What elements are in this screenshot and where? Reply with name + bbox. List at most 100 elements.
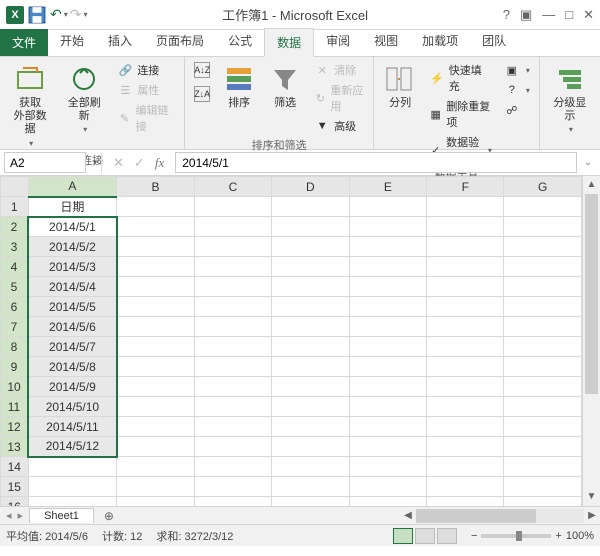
cell[interactable]	[504, 237, 582, 257]
cell[interactable]: 2014/5/5	[28, 297, 117, 317]
cell[interactable]: 2014/5/11	[28, 417, 117, 437]
scroll-up-icon[interactable]: ▲	[583, 176, 600, 194]
cell[interactable]	[117, 417, 194, 437]
cell[interactable]	[117, 377, 194, 397]
tab-开始[interactable]: 开始	[48, 27, 96, 56]
cell[interactable]	[504, 357, 582, 377]
cell[interactable]	[272, 297, 349, 317]
cell[interactable]	[272, 397, 349, 417]
cell[interactable]: 2014/5/8	[28, 357, 117, 377]
row-header[interactable]: 5	[1, 277, 29, 297]
cell[interactable]: 2014/5/6	[28, 317, 117, 337]
sheet-nav-next[interactable]: ▸	[18, 509, 24, 522]
tab-公式[interactable]: 公式	[216, 27, 264, 56]
row-header[interactable]: 8	[1, 337, 29, 357]
cell[interactable]	[117, 197, 194, 217]
zoom-out-button[interactable]: −	[471, 530, 477, 542]
cell[interactable]	[349, 477, 426, 497]
cell[interactable]	[117, 237, 194, 257]
expand-formula-bar[interactable]: ⌄	[580, 157, 596, 168]
clear-filter-button[interactable]: ✕清除	[311, 61, 367, 79]
cell[interactable]	[349, 497, 426, 507]
row-header[interactable]: 4	[1, 257, 29, 277]
help-button[interactable]: ?	[503, 7, 510, 22]
zoom-in-button[interactable]: +	[555, 530, 561, 542]
cell[interactable]	[194, 297, 271, 317]
scrollbar-thumb[interactable]	[416, 509, 536, 523]
cell[interactable]	[349, 417, 426, 437]
minimize-button[interactable]: —	[542, 7, 555, 22]
page-break-button[interactable]	[437, 528, 457, 544]
cell[interactable]	[272, 337, 349, 357]
scroll-left-icon[interactable]: ◀	[400, 510, 416, 521]
normal-view-button[interactable]	[393, 528, 413, 544]
cell[interactable]	[427, 237, 504, 257]
cell[interactable]	[272, 457, 349, 477]
text-to-columns-button[interactable]: 分列	[380, 61, 420, 112]
page-layout-button[interactable]	[415, 528, 435, 544]
cell[interactable]	[117, 257, 194, 277]
cell[interactable]	[272, 417, 349, 437]
properties-button[interactable]: ☰属性	[114, 81, 178, 99]
zoom-control[interactable]: − + 100%	[471, 530, 594, 542]
cell[interactable]	[272, 477, 349, 497]
cell[interactable]: 2014/5/7	[28, 337, 117, 357]
sheet-tab[interactable]: Sheet1	[29, 508, 94, 523]
cell[interactable]	[194, 437, 271, 457]
fx-button[interactable]: fx	[155, 155, 164, 171]
cell[interactable]	[117, 277, 194, 297]
cell[interactable]	[427, 317, 504, 337]
sort-button[interactable]: 排序	[219, 61, 259, 112]
row-header[interactable]: 14	[1, 457, 29, 477]
cell[interactable]	[427, 497, 504, 507]
cell[interactable]	[194, 217, 271, 237]
sort-asc-button[interactable]: A↓Z	[191, 61, 213, 79]
cell[interactable]	[504, 317, 582, 337]
tab-审阅[interactable]: 审阅	[314, 27, 362, 56]
cell[interactable]	[28, 497, 117, 507]
tab-数据[interactable]: 数据	[264, 28, 314, 57]
excel-icon[interactable]: X	[6, 6, 24, 24]
cell[interactable]	[194, 477, 271, 497]
cell[interactable]	[28, 457, 117, 477]
name-box-dropdown[interactable]: ▾	[89, 153, 102, 173]
close-button[interactable]: ✕	[583, 7, 594, 23]
row-header[interactable]: 2	[1, 217, 29, 237]
cell[interactable]	[194, 397, 271, 417]
cell[interactable]	[194, 377, 271, 397]
cell[interactable]	[427, 277, 504, 297]
cell[interactable]	[272, 377, 349, 397]
row-header[interactable]: 3	[1, 237, 29, 257]
tab-加载项[interactable]: 加载项	[410, 27, 470, 56]
cell[interactable]: 2014/5/1	[28, 217, 117, 237]
cell[interactable]	[194, 457, 271, 477]
row-header[interactable]: 11	[1, 397, 29, 417]
cell[interactable]: 2014/5/4	[28, 277, 117, 297]
cell[interactable]	[349, 217, 426, 237]
sort-desc-button[interactable]: Z↓A	[191, 85, 213, 103]
cell[interactable]	[272, 357, 349, 377]
cell[interactable]: 2014/5/9	[28, 377, 117, 397]
cell[interactable]	[427, 437, 504, 457]
cell[interactable]	[349, 357, 426, 377]
tab-视图[interactable]: 视图	[362, 27, 410, 56]
cell[interactable]	[194, 337, 271, 357]
tab-插入[interactable]: 插入	[96, 27, 144, 56]
cell[interactable]	[504, 457, 582, 477]
cell[interactable]	[117, 477, 194, 497]
cell[interactable]	[117, 457, 194, 477]
scrollbar-thumb[interactable]	[585, 194, 598, 394]
advanced-filter-button[interactable]: ▼高级	[311, 117, 367, 135]
cell[interactable]	[504, 437, 582, 457]
cell[interactable]	[349, 457, 426, 477]
relationships-button[interactable]: ☍	[501, 101, 533, 119]
cell[interactable]	[349, 317, 426, 337]
cell[interactable]	[504, 417, 582, 437]
cell[interactable]	[504, 337, 582, 357]
undo-button[interactable]: ↶	[50, 6, 62, 23]
cell[interactable]	[504, 397, 582, 417]
cell[interactable]: 2014/5/3	[28, 257, 117, 277]
cell[interactable]	[427, 257, 504, 277]
cell[interactable]	[194, 417, 271, 437]
row-header[interactable]: 1	[1, 197, 29, 217]
